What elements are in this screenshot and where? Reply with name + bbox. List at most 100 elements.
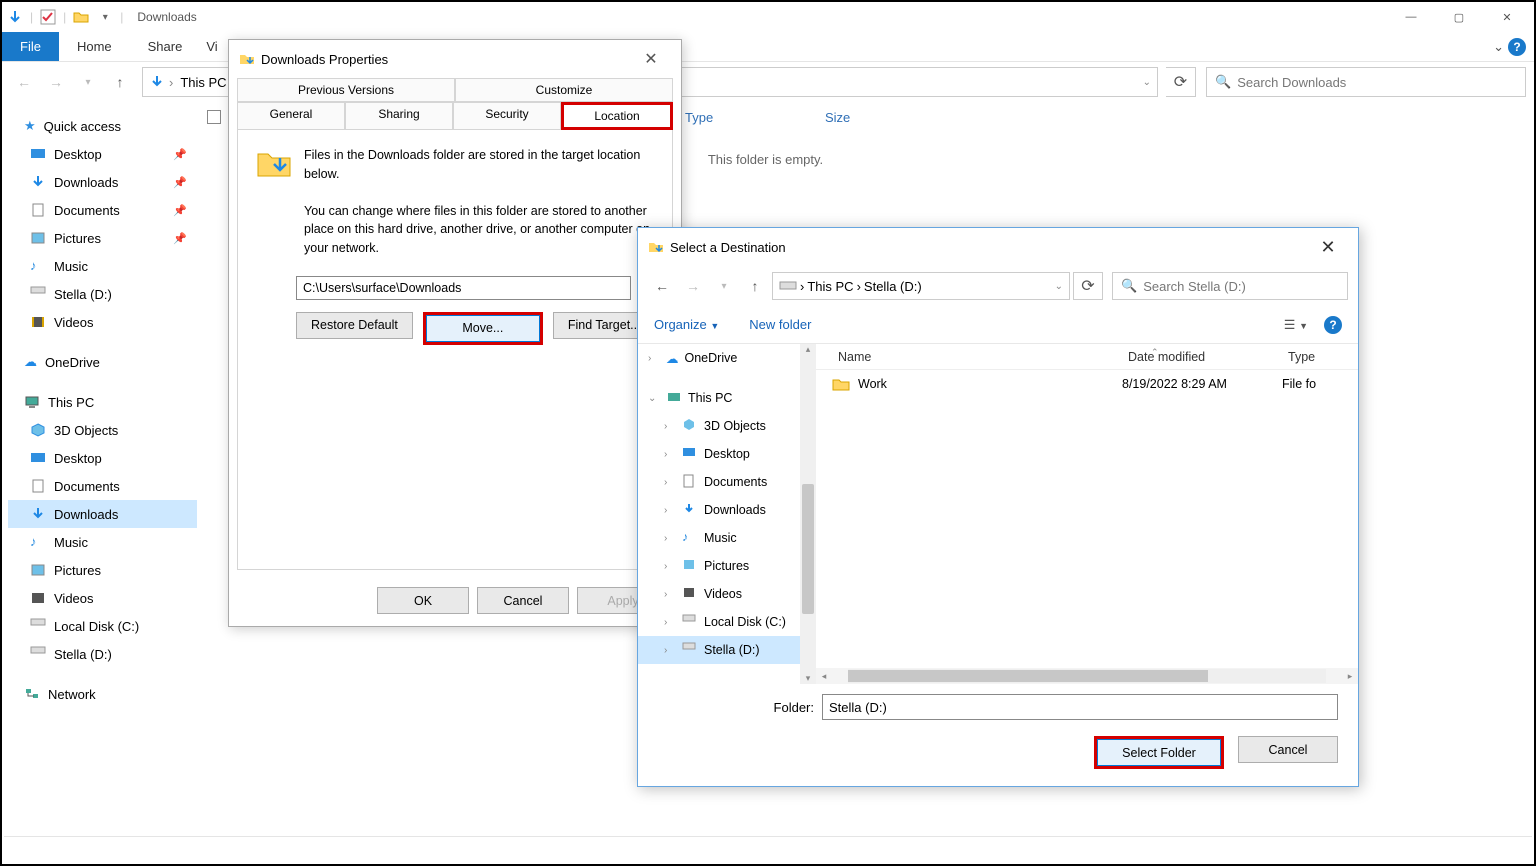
dialog-titlebar[interactable]: Downloads Properties ✕ — [229, 40, 681, 78]
sidebar-pc-pictures[interactable]: Pictures — [8, 556, 197, 584]
search-box[interactable]: 🔍 Search Downloads — [1206, 67, 1526, 97]
dropdown-icon[interactable]: ⌄ — [1143, 77, 1151, 88]
refresh-button[interactable]: ⟳ — [1166, 67, 1196, 97]
sidebar-item-pictures[interactable]: Pictures📌 — [8, 224, 197, 252]
dropdown-icon[interactable]: ⌄ — [1055, 281, 1063, 292]
label: Desktop — [54, 451, 102, 466]
horizontal-scrollbar[interactable]: ◂ ▸ — [816, 668, 1358, 684]
share-tab[interactable]: Share — [130, 32, 201, 61]
maximize-button[interactable]: ▢ — [1436, 2, 1482, 32]
window-title: Downloads — [137, 10, 196, 24]
address-bar[interactable]: › This PC › Stella (D:) ⌄ — [772, 272, 1070, 300]
close-button[interactable]: ✕ — [631, 49, 671, 69]
forward-button[interactable]: → — [42, 68, 70, 96]
tree-music[interactable]: ›♪Music — [638, 524, 816, 552]
file-list: Name⌃ Date modified Type Work 8/19/2022 … — [816, 344, 1358, 684]
tab-customize[interactable]: Customize — [455, 78, 673, 102]
sidebar-item-stella[interactable]: Stella (D:) — [8, 280, 197, 308]
tree-downloads[interactable]: ›Downloads — [638, 496, 816, 524]
tree-this-pc[interactable]: ⌄This PC — [638, 384, 816, 412]
crumb-stella[interactable]: Stella (D:) — [864, 279, 922, 294]
col-size[interactable]: Size — [815, 110, 915, 125]
sidebar-pc-stella[interactable]: Stella (D:) — [8, 640, 197, 668]
view-tab[interactable]: Vi — [200, 32, 220, 61]
tree-desktop[interactable]: ›Desktop — [638, 440, 816, 468]
tree-3dobjects[interactable]: ›3D Objects — [638, 412, 816, 440]
recent-dropdown[interactable]: ▾ — [74, 68, 102, 96]
recent-dropdown[interactable]: ▾ — [710, 272, 738, 300]
select-all-checkbox[interactable] — [207, 110, 221, 124]
tree-localdisk[interactable]: ›Local Disk (C:) — [638, 608, 816, 636]
col-date[interactable]: Date modified — [1122, 350, 1282, 364]
tree-onedrive[interactable]: ›☁OneDrive — [638, 344, 816, 372]
forward-button[interactable]: → — [679, 272, 707, 300]
checkbox-icon[interactable] — [39, 8, 57, 26]
close-button[interactable]: ✕ — [1484, 2, 1530, 32]
quick-access-header[interactable]: ★ Quick access — [8, 112, 197, 140]
pin-icon: 📌 — [173, 176, 187, 189]
sidebar-pc-downloads[interactable]: Downloads — [8, 500, 197, 528]
tree-scrollbar[interactable]: ▴ ▾ — [800, 344, 816, 684]
onedrive-header[interactable]: ☁OneDrive — [8, 348, 197, 376]
scroll-thumb[interactable] — [802, 484, 814, 614]
tab-previous-versions[interactable]: Previous Versions — [237, 78, 455, 102]
ok-button[interactable]: OK — [377, 587, 469, 614]
path-input[interactable] — [296, 276, 631, 300]
scroll-thumb[interactable] — [848, 670, 1208, 682]
sidebar-item-videos[interactable]: Videos — [8, 308, 197, 336]
tab-location[interactable]: Location — [561, 102, 673, 130]
sidebar-item-downloads[interactable]: Downloads📌 — [8, 168, 197, 196]
search-box[interactable]: 🔍 Search Stella (D:) — [1112, 272, 1348, 300]
cancel-button[interactable]: Cancel — [1238, 736, 1338, 763]
down-arrow-icon[interactable] — [6, 8, 24, 26]
folder-input[interactable] — [822, 694, 1338, 720]
view-options-button[interactable]: ☰ ▼ — [1284, 317, 1308, 333]
move-button[interactable]: Move... — [426, 315, 540, 342]
minimize-button[interactable]: — — [1388, 2, 1434, 32]
sidebar-pc-documents[interactable]: Documents — [8, 472, 197, 500]
sidebar-pc-videos[interactable]: Videos — [8, 584, 197, 612]
help-icon[interactable]: ? — [1324, 316, 1342, 334]
sidebar-pc-desktop[interactable]: Desktop — [8, 444, 197, 472]
sidebar-item-music[interactable]: ♪Music — [8, 252, 197, 280]
tab-security[interactable]: Security — [453, 102, 561, 130]
titlebar: | | ▾ | Downloads — ▢ ✕ — [2, 2, 1534, 32]
tree-pictures[interactable]: ›Pictures — [638, 552, 816, 580]
select-folder-button[interactable]: Select Folder — [1097, 739, 1221, 766]
up-button[interactable]: ↑ — [741, 272, 769, 300]
back-button[interactable]: ← — [10, 68, 38, 96]
home-tab[interactable]: Home — [59, 32, 130, 61]
dialog-titlebar[interactable]: Select a Destination ✕ — [638, 228, 1358, 266]
expand-icon[interactable]: ▾ — [96, 8, 114, 26]
tree-videos[interactable]: ›Videos — [638, 580, 816, 608]
collapse-ribbon-icon[interactable]: ⌄ — [1493, 39, 1504, 55]
this-pc-header[interactable]: This PC — [8, 388, 197, 416]
cancel-button[interactable]: Cancel — [477, 587, 569, 614]
sidebar-pc-localdisk[interactable]: Local Disk (C:) — [8, 612, 197, 640]
tree-stella[interactable]: ›Stella (D:) — [638, 636, 816, 664]
sidebar-item-documents[interactable]: Documents📌 — [8, 196, 197, 224]
folder-icon — [648, 239, 664, 255]
network-header[interactable]: Network — [8, 680, 197, 708]
sidebar-pc-3dobjects[interactable]: 3D Objects — [8, 416, 197, 444]
restore-default-button[interactable]: Restore Default — [296, 312, 413, 339]
list-item-work[interactable]: Work 8/19/2022 8:29 AM File fo — [816, 370, 1358, 398]
organize-button[interactable]: Organize ▼ — [654, 317, 719, 332]
col-type[interactable]: Type — [675, 110, 815, 125]
crumb-this-pc[interactable]: This PC — [807, 279, 853, 294]
refresh-button[interactable]: ⟳ — [1073, 272, 1103, 300]
help-icon[interactable]: ? — [1508, 38, 1526, 56]
col-name[interactable]: Name⌃ — [832, 350, 1122, 364]
tab-sharing[interactable]: Sharing — [345, 102, 453, 130]
file-tab[interactable]: File — [2, 32, 59, 61]
tab-general[interactable]: General — [237, 102, 345, 130]
sidebar-item-desktop[interactable]: Desktop📌 — [8, 140, 197, 168]
tree-documents[interactable]: ›Documents — [638, 468, 816, 496]
up-button[interactable]: ↑ — [106, 68, 134, 96]
sidebar-pc-music[interactable]: ♪Music — [8, 528, 197, 556]
crumb-this-pc[interactable]: This PC — [177, 75, 229, 90]
close-button[interactable]: ✕ — [1308, 237, 1348, 258]
new-folder-button[interactable]: New folder — [749, 317, 811, 332]
back-button[interactable]: ← — [648, 272, 676, 300]
col-type[interactable]: Type — [1282, 350, 1332, 364]
